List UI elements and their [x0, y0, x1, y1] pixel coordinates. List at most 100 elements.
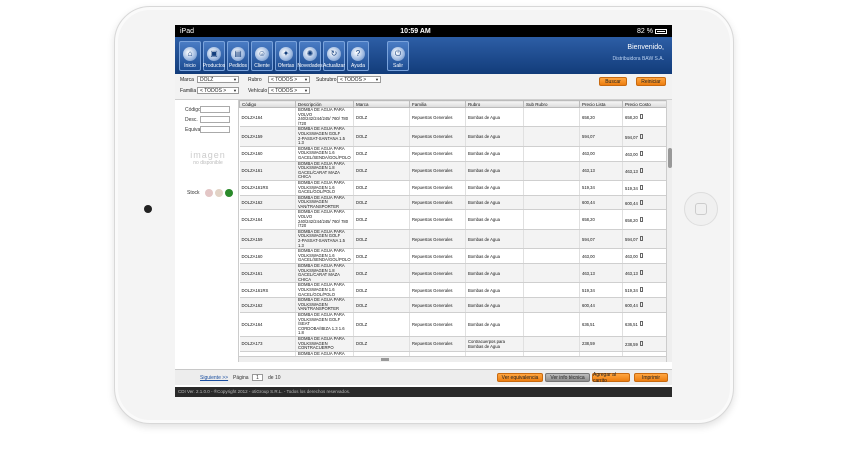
vertical-scrollbar[interactable]	[666, 100, 672, 362]
cell-text: Repuestos Generales	[412, 236, 453, 242]
cell-text: BOMBA DE AGUA PARA VOLKSWAGEN 1.8 GACEL/…	[298, 161, 345, 180]
code-field[interactable]	[200, 106, 230, 113]
table-row[interactable]: DOLZA161 BOMBA DE AGUA PARA VOLKSWAGEN 1.…	[239, 161, 666, 181]
column-header[interactable]: Sub Rubro	[523, 100, 580, 108]
equiv-field[interactable]	[200, 126, 230, 133]
nav-label: Salir	[392, 62, 403, 69]
reset-button[interactable]: Reiniciar	[636, 77, 666, 86]
rubro-select[interactable]: < TODOS > ▼	[268, 76, 310, 83]
filter-bar: Marca DOLZ ▼ Rubro < TODOS > ▼ Subrubro < …	[175, 74, 672, 100]
table-row[interactable]: DOLZA162 BOMBA DE AGUA PARA VOLKSWAGEN VA…	[239, 195, 666, 211]
cell-text: 600,44	[625, 200, 638, 206]
column-header[interactable]: Familia	[409, 100, 466, 108]
nav-label: Pedidos	[228, 62, 248, 69]
table-row[interactable]: DOLZA159 BOMBA DE AGUA PARA VOLKSWAGEN GO…	[239, 229, 666, 250]
cart-icon[interactable]	[639, 167, 643, 173]
cell-text: DOLZA164	[241, 321, 263, 327]
cart-icon[interactable]	[639, 133, 643, 139]
cart-icon[interactable]	[639, 199, 643, 205]
cell-lista: 238,59	[579, 336, 623, 352]
cell-marca: DOLZ	[353, 336, 410, 352]
nav-ofertas-button[interactable]: ✦ Ofertas	[275, 40, 297, 71]
cell-text: BOMBA DE AGUA PARA VOLKSWAGEN 1.6 GACEL/…	[298, 146, 351, 160]
tag-icon: ✦	[279, 46, 293, 61]
cell-text: BOMBA DE AGUA PARA VOLVO 240/242/244/245…	[298, 107, 349, 126]
cell-marca: DOLZ	[353, 229, 410, 250]
cart-icon[interactable]	[639, 253, 643, 259]
cell-marca: DOLZ	[353, 161, 410, 181]
next-page-link[interactable]: Siguiente >>	[200, 375, 228, 381]
nav-inicio-button[interactable]: ⌂ Inicio	[179, 40, 201, 71]
subrubro-select[interactable]: < TODOS > ▼	[337, 76, 381, 83]
cell-code: DOLZA164	[239, 312, 296, 337]
add-to-cart-button[interactable]: Agregar al carrito	[592, 372, 630, 384]
table-row[interactable]: DOLZA164 BOMBA DE AGUA PARA VOLVO 240/242…	[239, 209, 666, 230]
cell-text: BOMBA DE AGUA PARA VOLKSWAGEN 1.6 GACEL/…	[298, 248, 351, 263]
cell-rubro: Bombas de Agua	[465, 209, 524, 230]
cell-text: BOMBA DE AGUA PARA VOLKSWAGEN VAN/TRANSP…	[298, 195, 345, 209]
nav-productos-button[interactable]: ▣ Productos	[203, 40, 225, 71]
column-header[interactable]: Código	[239, 100, 296, 108]
cell-code: DOLZA160	[239, 248, 296, 264]
clock: 10:59 AM	[400, 27, 431, 35]
table-row[interactable]: DOLZA161RS BOMBA DE AGUA PARA VOLKSWAGEN …	[239, 282, 666, 299]
table-row[interactable]: DOLZA164 BOMBA DE AGUA PARA VOLKSWAGEN GO…	[239, 312, 666, 337]
table-row[interactable]: DOLZA160 BOMBA DE AGUA PARA VOLKSWAGEN 1.…	[239, 248, 666, 264]
equivalence-button[interactable]: Ver equivalencia	[497, 373, 543, 382]
nav-label: Cliente	[254, 62, 270, 69]
column-header[interactable]: Marca	[353, 100, 410, 108]
cart-icon[interactable]	[639, 270, 643, 276]
nav-novedades-button[interactable]: ✺ Novedades	[297, 40, 323, 71]
cell-text: Repuestos Generales	[412, 321, 453, 327]
table-row[interactable]: DOLZA162 BOMBA DE AGUA PARA VOLKSWAGEN VA…	[239, 297, 666, 313]
table-row[interactable]: DOLZA161 BOMBA DE AGUA PARA VOLKSWAGEN 1.…	[239, 263, 666, 284]
cart-icon[interactable]	[639, 150, 643, 156]
cell-text: DOLZA160	[241, 151, 263, 157]
nav-cliente-button[interactable]: ☺ Cliente	[251, 40, 273, 71]
familia-select[interactable]: < TODOS > ▼	[197, 87, 239, 94]
horizontal-scrollbar[interactable]	[239, 356, 666, 362]
cell-text: Bombas de Agua	[468, 134, 500, 140]
cart-icon[interactable]	[639, 216, 643, 222]
nav-ayuda-button[interactable]: ? Ayuda	[347, 40, 369, 71]
page-input[interactable]: 1	[252, 374, 263, 381]
column-header[interactable]: Precio Costo	[622, 100, 666, 108]
column-header[interactable]: Descripción	[295, 100, 354, 108]
cart-icon[interactable]	[639, 287, 643, 293]
nav-actualizar-button[interactable]: ↻ Actualizar	[323, 40, 345, 71]
table-row[interactable]: DOLZA160 BOMBA DE AGUA PARA VOLKSWAGEN 1.…	[239, 146, 666, 162]
cell-text: Bombas de Agua	[468, 114, 500, 120]
search-button[interactable]: Buscar	[599, 77, 627, 86]
cart-icon[interactable]	[639, 114, 643, 120]
cell-rubro: Bombas de Agua	[465, 248, 524, 264]
tech-info-button[interactable]: Ver info técnica	[545, 373, 590, 382]
cell-text: 463,00	[625, 151, 638, 157]
cell-text: DOLZ	[356, 253, 368, 259]
table-row[interactable]: DOLZA164 BOMBA DE AGUA PARA VOLVO 240/242…	[239, 107, 666, 128]
column-header[interactable]: Precio Lista	[579, 100, 623, 108]
cell-desc: BOMBA DE AGUA PARA VOLKSWAGEN 1.6 GACEL/…	[295, 146, 354, 162]
cell-text: 658,20	[582, 114, 595, 120]
cell-code: DOLZA164	[239, 107, 296, 128]
cart-icon[interactable]	[639, 321, 643, 327]
home-button[interactable]	[684, 192, 718, 226]
column-header[interactable]: Rubro	[465, 100, 524, 108]
vehiculo-select[interactable]: < TODOS > ▼	[268, 87, 310, 94]
cell-familia: Repuestos Generales	[409, 336, 466, 352]
cell-sub	[523, 180, 580, 196]
cart-icon[interactable]	[639, 236, 643, 242]
print-button[interactable]: Imprimir	[634, 373, 668, 382]
cart-icon[interactable]	[639, 340, 643, 346]
cart-icon[interactable]	[639, 184, 643, 190]
cell-text: BOMBA DE AGUA PARA VOLKSWAGEN 1.6 GACEL/…	[298, 180, 345, 195]
cell-costo: 658,20	[622, 107, 666, 128]
nav-pedidos-button[interactable]: ▤ Pedidos	[227, 40, 249, 71]
cell-rubro: Bombas de Agua	[465, 161, 524, 181]
marca-select[interactable]: DOLZ ▼	[197, 76, 239, 83]
cart-icon[interactable]	[639, 302, 643, 308]
table-row[interactable]: DOLZA173 BOMBA DE AGUA PARA VOLKSWAGEN CO…	[239, 336, 666, 352]
nav-salir-button[interactable]: ⏻ Salir	[387, 40, 409, 71]
table-row[interactable]: DOLZA159 BOMBA DE AGUA PARA VOLKSWAGEN GO…	[239, 126, 666, 147]
desc-field[interactable]	[200, 116, 230, 123]
table-row[interactable]: DOLZA161RS BOMBA DE AGUA PARA VOLKSWAGEN …	[239, 180, 666, 196]
